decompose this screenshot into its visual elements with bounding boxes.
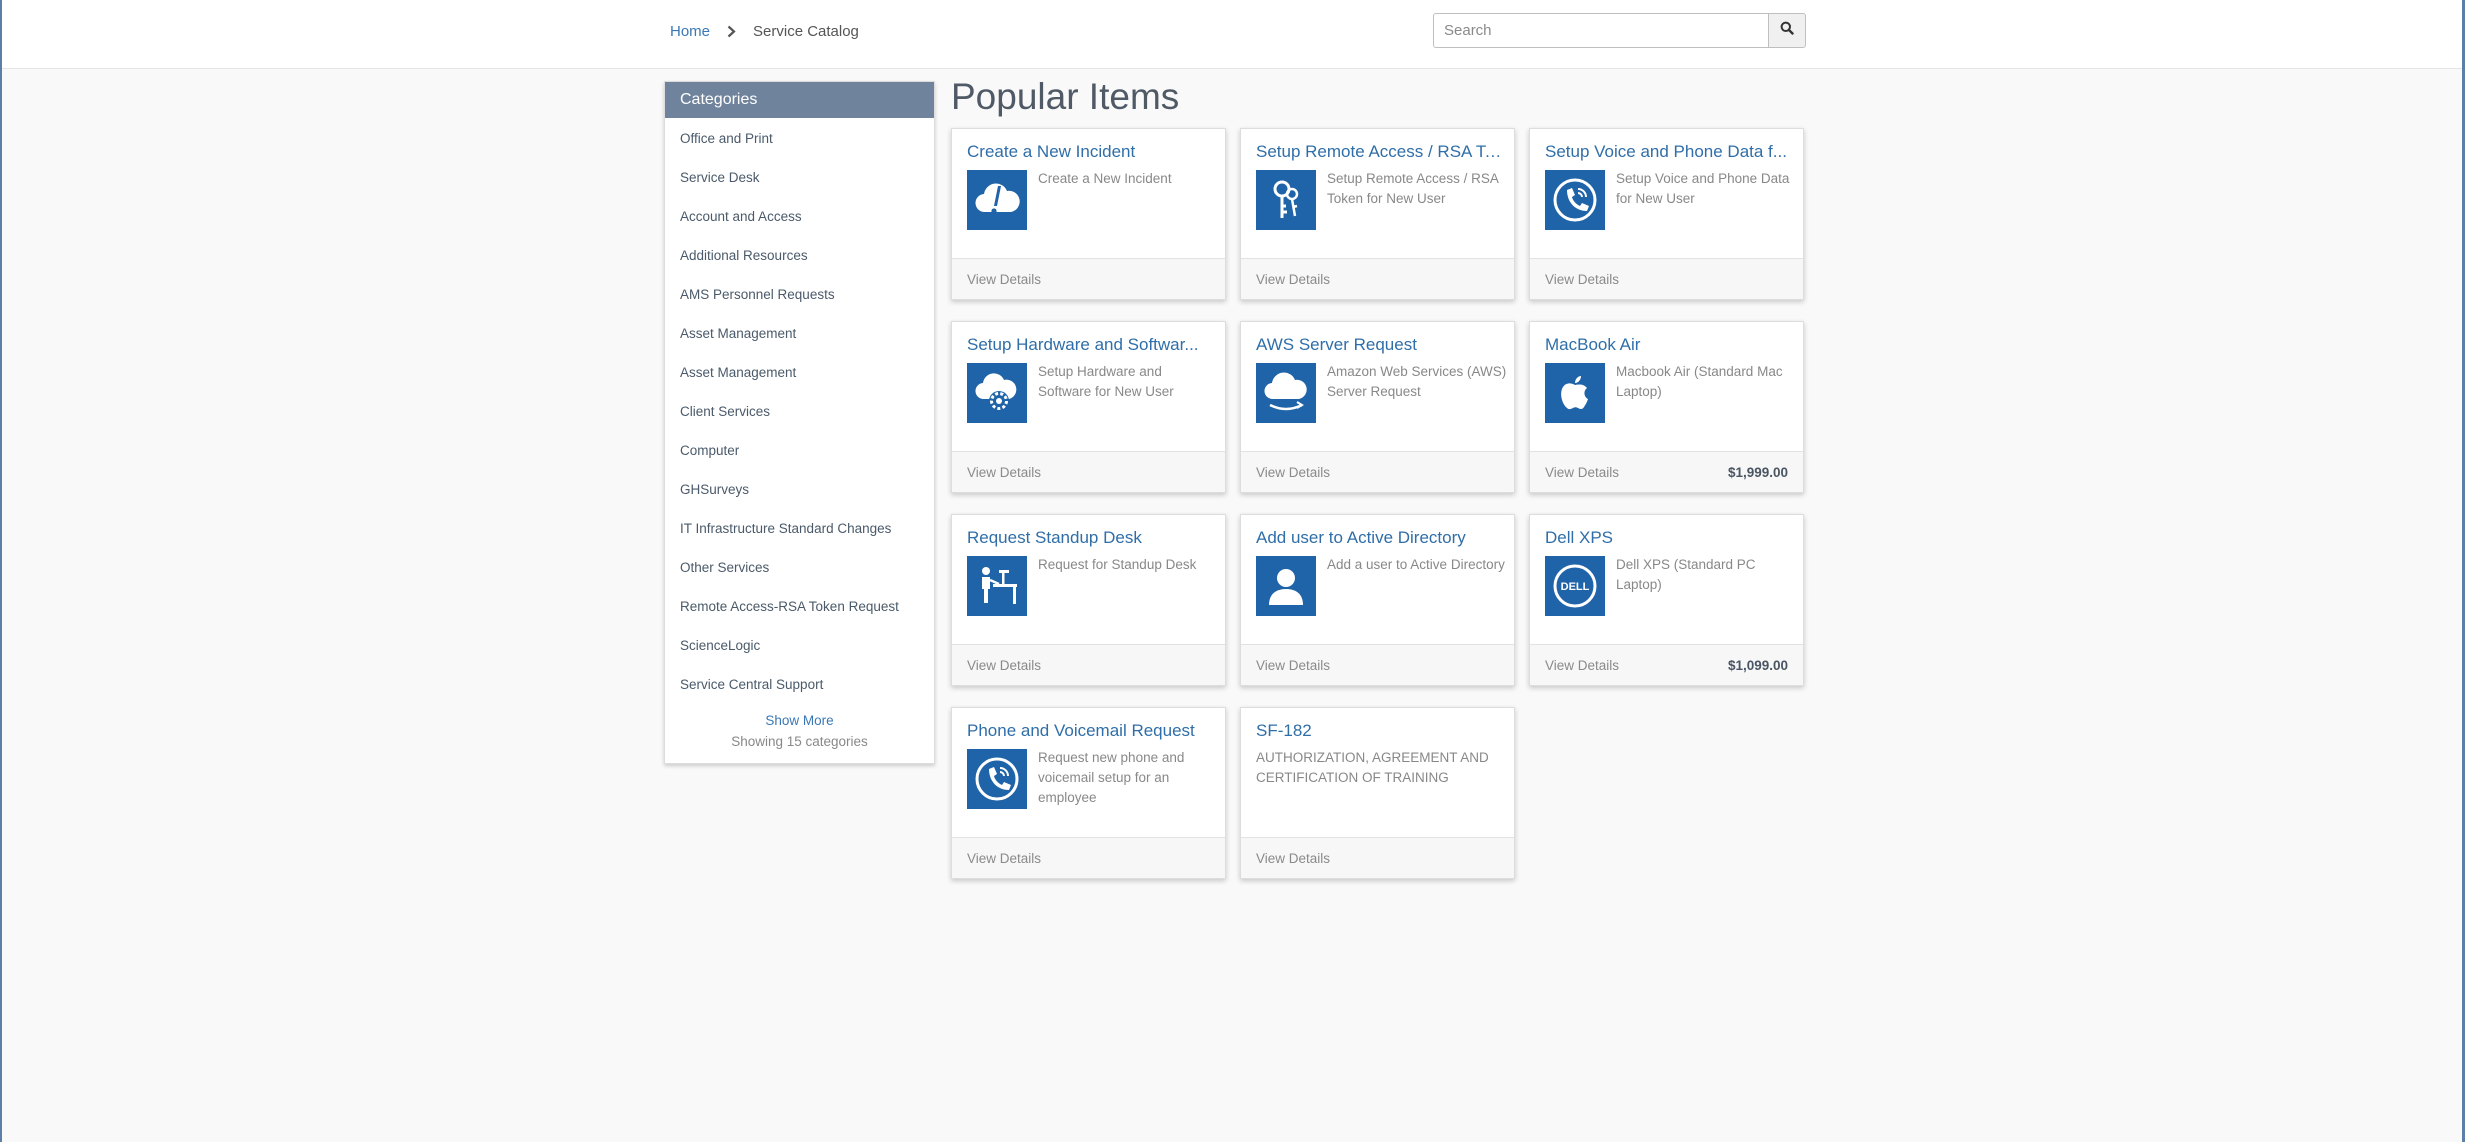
phone-icon — [967, 749, 1027, 809]
breadcrumb-home-link[interactable]: Home — [670, 23, 710, 40]
search-input[interactable] — [1433, 13, 1769, 48]
view-details-link[interactable]: View Details — [1545, 465, 1619, 480]
card-description: Create a New Incident — [1038, 171, 1172, 186]
breadcrumb-current: Service Catalog — [753, 23, 859, 40]
categories-heading: Categories — [665, 82, 934, 118]
category-item[interactable]: GHSurveys — [665, 470, 934, 509]
card-description: Setup Voice and Phone Data for New User — [1616, 171, 1790, 206]
cloud-gear-icon — [967, 363, 1027, 423]
svg-text:DELL: DELL — [1561, 581, 1590, 593]
category-item[interactable]: ScienceLogic — [665, 626, 934, 665]
view-details-link[interactable]: View Details — [967, 465, 1041, 480]
catalog-item-card[interactable]: Create a New Incident Create a New Incide… — [951, 128, 1226, 300]
card-description: Request new phone and voicemail setup fo… — [1038, 750, 1185, 805]
view-details-link[interactable]: View Details — [967, 272, 1041, 287]
catalog-item-card[interactable]: Add user to Active Directory Add a user t… — [1240, 514, 1515, 686]
category-item[interactable]: Asset Management — [665, 314, 934, 353]
card-title-link[interactable]: Setup Hardware and Softwar... — [967, 335, 1217, 355]
view-details-link[interactable]: View Details — [1545, 658, 1619, 673]
catalog-item-card[interactable]: Setup Remote Access / RSA To... Setup Rem… — [1240, 128, 1515, 300]
card-footer: View Details — [952, 451, 1225, 492]
card-footer: View Details $1,999.00 — [1530, 451, 1803, 492]
view-details-link[interactable]: View Details — [1256, 465, 1330, 480]
aws-cloud-icon — [1256, 363, 1316, 423]
catalog-item-card[interactable]: Dell XPS DELL Dell XPS (Standard PC Laptop… — [1529, 514, 1804, 686]
view-details-link[interactable]: View Details — [1256, 658, 1330, 673]
category-item[interactable]: Office and Print — [665, 119, 934, 158]
view-details-link[interactable]: View Details — [967, 851, 1041, 866]
card-description: Macbook Air (Standard Mac Laptop) — [1616, 364, 1783, 399]
price-label: $1,999.00 — [1727, 464, 1788, 480]
card-footer: View Details — [952, 644, 1225, 685]
apple-icon — [1545, 363, 1605, 423]
category-list: Office and Print Service Desk Account and … — [665, 118, 934, 704]
card-title-link[interactable]: SF-182 — [1256, 721, 1506, 741]
category-item[interactable]: AMS Personnel Requests — [665, 275, 934, 314]
page-title: Popular Items — [951, 76, 1180, 117]
catalog-item-card[interactable]: Request Standup Desk Request for Standup … — [951, 514, 1226, 686]
phone-icon — [1545, 170, 1605, 230]
category-item[interactable]: Service Desk — [665, 158, 934, 197]
card-title-link[interactable]: Setup Remote Access / RSA To... — [1256, 142, 1506, 162]
card-description: Request for Standup Desk — [1038, 557, 1197, 572]
card-footer: View Details — [1530, 258, 1803, 299]
card-title-link[interactable]: Dell XPS — [1545, 528, 1795, 548]
catalog-item-card[interactable]: SF-182 AUTHORIZATION, AGREEMENT AND CERTI… — [1240, 707, 1515, 879]
category-item[interactable]: Computer — [665, 431, 934, 470]
category-item[interactable]: Service Central Support — [665, 665, 934, 704]
card-description: Setup Remote Access / RSA Token for New … — [1327, 171, 1499, 206]
category-item[interactable]: IT Infrastructure Standard Changes — [665, 509, 934, 548]
view-details-link[interactable]: View Details — [1545, 272, 1619, 287]
card-description: Setup Hardware and Software for New User — [1038, 364, 1174, 399]
search-icon — [1780, 21, 1794, 40]
category-item[interactable]: Remote Access-RSA Token Request — [665, 587, 934, 626]
dell-icon: DELL — [1545, 556, 1605, 616]
card-footer: View Details — [1241, 837, 1514, 878]
card-title-link[interactable]: Phone and Voicemail Request — [967, 721, 1217, 741]
view-details-link[interactable]: View Details — [1256, 851, 1330, 866]
catalog-item-card[interactable]: Setup Voice and Phone Data f... Setup Voi… — [1529, 128, 1804, 300]
user-icon — [1256, 556, 1316, 616]
card-footer: View Details — [952, 837, 1225, 878]
search-group — [1433, 13, 1806, 48]
card-footer: View Details $1,099.00 — [1530, 644, 1803, 685]
catalog-item-card[interactable]: MacBook Air Macbook Air (Standard Mac Lap… — [1529, 321, 1804, 493]
card-footer: View Details — [1241, 451, 1514, 492]
header-bar: Home Service Catalog — [2, 0, 2462, 69]
show-more-link[interactable]: Show More — [665, 713, 934, 728]
categories-panel: Categories Office and Print Service Desk A… — [664, 81, 935, 764]
standup-desk-icon — [967, 556, 1027, 616]
card-description: AUTHORIZATION, AGREEMENT AND CERTIFICATI… — [1256, 750, 1489, 785]
card-title-link[interactable]: AWS Server Request — [1256, 335, 1506, 355]
category-item[interactable]: Asset Management — [665, 353, 934, 392]
card-title-link[interactable]: Add user to Active Directory — [1256, 528, 1506, 548]
card-footer: View Details — [1241, 258, 1514, 299]
card-description: Add a user to Active Directory — [1327, 557, 1505, 572]
card-title-link[interactable]: Request Standup Desk — [967, 528, 1217, 548]
category-item[interactable]: Account and Access — [665, 197, 934, 236]
category-count-text: Showing 15 categories — [731, 734, 868, 749]
incident-cloud-icon — [967, 170, 1027, 230]
window-left-edge — [0, 0, 2, 1142]
view-details-link[interactable]: View Details — [967, 658, 1041, 673]
catalog-item-card[interactable]: Phone and Voicemail Request Request new p… — [951, 707, 1226, 879]
card-footer: View Details — [1241, 644, 1514, 685]
breadcrumb: Home Service Catalog — [670, 23, 859, 40]
card-title-link[interactable]: Setup Voice and Phone Data f... — [1545, 142, 1795, 162]
search-button[interactable] — [1768, 13, 1806, 48]
card-description: Amazon Web Services (AWS) Server Request — [1327, 364, 1507, 399]
card-description: Dell XPS (Standard PC Laptop) — [1616, 557, 1756, 592]
card-title-link[interactable]: MacBook Air — [1545, 335, 1795, 355]
category-item[interactable]: Client Services — [665, 392, 934, 431]
catalog-item-card[interactable]: AWS Server Request Amazon Web Services (A… — [1240, 321, 1515, 493]
card-footer: View Details — [952, 258, 1225, 299]
price-label: $1,099.00 — [1727, 657, 1788, 673]
card-title-link[interactable]: Create a New Incident — [967, 142, 1217, 162]
category-item[interactable]: Other Services — [665, 548, 934, 587]
catalog-item-card[interactable]: Setup Hardware and Softwar... Setup Hardw… — [951, 321, 1226, 493]
view-details-link[interactable]: View Details — [1256, 272, 1330, 287]
chevron-right-icon — [727, 25, 736, 38]
keys-icon — [1256, 170, 1316, 230]
category-item[interactable]: Additional Resources — [665, 236, 934, 275]
